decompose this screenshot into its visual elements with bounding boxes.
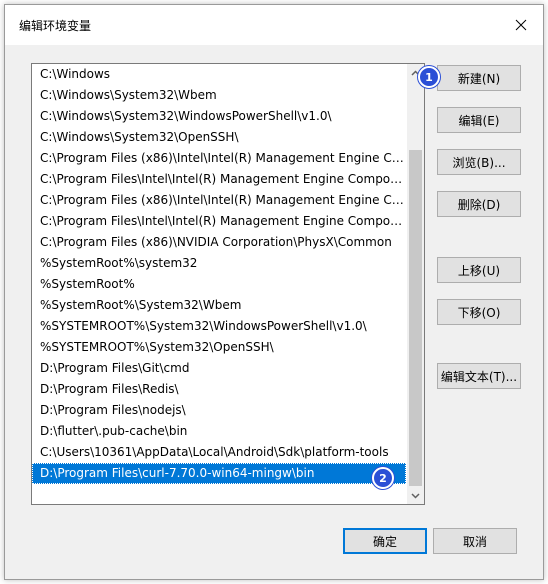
path-list-item[interactable]: C:\Windows\System32\Wbem: [32, 85, 406, 106]
path-list-item[interactable]: C:\Program Files\Intel\Intel(R) Manageme…: [32, 211, 406, 232]
close-icon: [515, 19, 527, 31]
path-list-item[interactable]: %SystemRoot%: [32, 274, 406, 295]
path-list-item[interactable]: %SystemRoot%\system32: [32, 253, 406, 274]
annotation-badge-1: 1: [418, 66, 440, 88]
edit-button[interactable]: 编辑(E): [437, 107, 521, 133]
scroll-down-button[interactable]: [407, 487, 424, 504]
annotation-badge-2: 2: [372, 467, 394, 489]
ok-button[interactable]: 确定: [343, 528, 427, 554]
vertical-scrollbar[interactable]: [407, 64, 424, 504]
title-bar: 编辑环境变量: [5, 5, 543, 45]
move-up-button[interactable]: 上移(U): [437, 257, 521, 283]
path-list-item[interactable]: C:\Windows: [32, 64, 406, 85]
edit-env-variable-dialog: 编辑环境变量 C:\Windows C:\Windows\System32\Wbe…: [4, 4, 544, 580]
new-button[interactable]: 新建(N): [437, 65, 521, 91]
path-list-item[interactable]: C:\Windows\System32\WindowsPowerShell\v1…: [32, 106, 406, 127]
path-list: C:\Windows C:\Windows\System32\Wbem C:\Win…: [32, 64, 406, 484]
path-list-item[interactable]: D:\Program Files\Git\cmd: [32, 358, 406, 379]
browse-button[interactable]: 浏览(B)...: [437, 149, 521, 175]
scroll-thumb[interactable]: [409, 150, 422, 486]
path-list-item[interactable]: C:\Program Files (x86)\Intel\Intel(R) Ma…: [32, 148, 406, 169]
path-list-item[interactable]: C:\Users\10361\AppData\Local\Android\Sdk…: [32, 442, 406, 463]
path-listbox[interactable]: C:\Windows C:\Windows\System32\Wbem C:\Win…: [31, 63, 425, 505]
path-list-item[interactable]: %SYSTEMROOT%\System32\OpenSSH\: [32, 337, 406, 358]
move-down-button[interactable]: 下移(O): [437, 299, 521, 325]
path-list-item[interactable]: D:\Program Files\curl-7.70.0-win64-mingw…: [32, 463, 406, 484]
path-list-item[interactable]: C:\Program Files (x86)\Intel\Intel(R) Ma…: [32, 190, 406, 211]
path-list-item[interactable]: D:\Program Files\Redis\: [32, 379, 406, 400]
path-list-item[interactable]: %SYSTEMROOT%\System32\WindowsPowerShell\…: [32, 316, 406, 337]
cancel-button[interactable]: 取消: [433, 528, 517, 554]
path-list-item[interactable]: C:\Program Files\Intel\Intel(R) Manageme…: [32, 169, 406, 190]
path-list-item[interactable]: D:\flutter\.pub-cache\bin: [32, 421, 406, 442]
path-list-item[interactable]: %SystemRoot%\System32\Wbem: [32, 295, 406, 316]
path-list-item[interactable]: D:\Program Files\nodejs\: [32, 400, 406, 421]
delete-button[interactable]: 删除(D): [437, 191, 521, 217]
edit-text-button[interactable]: 编辑文本(T)...: [437, 363, 521, 389]
window-title: 编辑环境变量: [19, 19, 92, 33]
chevron-down-icon: [411, 492, 420, 499]
path-list-item[interactable]: C:\Windows\System32\OpenSSH\: [32, 127, 406, 148]
close-button[interactable]: [499, 5, 543, 45]
path-list-item[interactable]: C:\Program Files (x86)\NVIDIA Corporatio…: [32, 232, 406, 253]
